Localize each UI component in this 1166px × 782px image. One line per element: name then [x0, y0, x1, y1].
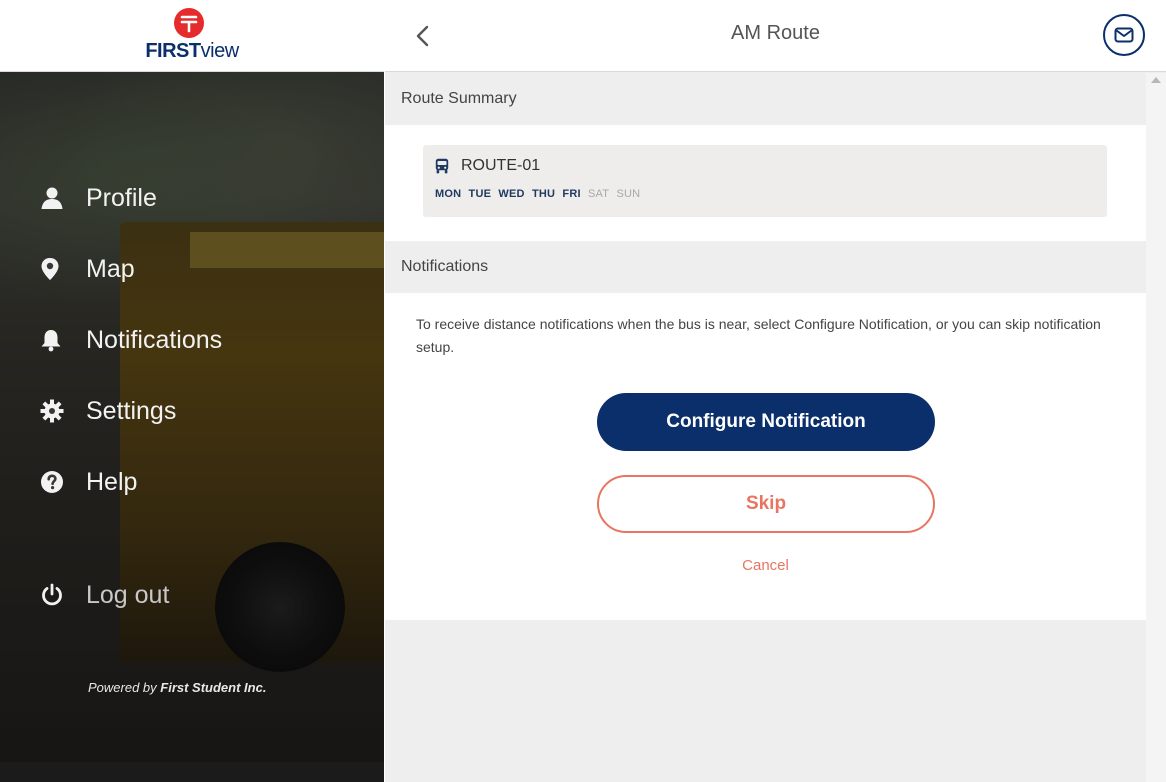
- logout-label: Log out: [86, 580, 170, 609]
- power-icon: [40, 582, 70, 608]
- notifications-description: To receive distance notifications when t…: [416, 316, 1101, 355]
- powered-by-text: Powered by First Student Inc.: [88, 680, 266, 695]
- vertical-scrollbar[interactable]: [1146, 73, 1166, 782]
- map-pin-icon: [40, 256, 70, 282]
- cancel-link[interactable]: Cancel: [385, 557, 1146, 574]
- sidebar-item-settings[interactable]: Settings: [40, 391, 360, 431]
- bus-icon: [435, 158, 449, 174]
- powered-prefix: Powered by: [88, 680, 161, 695]
- sidebar-item-map[interactable]: Map: [40, 249, 360, 289]
- notifications-section: To receive distance notifications when t…: [385, 293, 1146, 620]
- question-circle-icon: [40, 469, 70, 495]
- skip-button[interactable]: Skip: [597, 475, 935, 533]
- sidebar-item-logout[interactable]: Log out: [40, 575, 360, 615]
- logo-light-text: view: [200, 40, 240, 62]
- header: AM Route: [385, 0, 1166, 72]
- route-card[interactable]: ROUTE-01 MON TUE WED THU FRI SAT SUN: [423, 145, 1107, 217]
- day-tue: TUE: [468, 188, 492, 200]
- sidebar-item-notifications[interactable]: Notifications: [40, 320, 360, 360]
- envelope-icon: [1114, 27, 1134, 43]
- day-sun: SUN: [616, 188, 641, 200]
- user-icon: [40, 185, 70, 211]
- day-wed: WED: [498, 188, 525, 200]
- sidebar-item-label: Help: [86, 467, 138, 496]
- route-summary-heading: Route Summary: [385, 73, 1146, 125]
- bell-icon: [40, 327, 70, 353]
- day-mon: MON: [435, 188, 462, 200]
- scroll-up-arrow-icon[interactable]: [1151, 77, 1161, 83]
- day-sat: SAT: [588, 188, 610, 200]
- notifications-heading: Notifications: [385, 241, 1146, 293]
- powered-company: First Student Inc.: [160, 680, 267, 695]
- sidebar-item-help[interactable]: Help: [40, 462, 360, 502]
- logo-bold-text: FIRST: [145, 40, 201, 62]
- content: Route Summary ROUTE-01 MON TUE WED THU F…: [385, 73, 1146, 782]
- day-thu: THU: [531, 188, 556, 200]
- route-summary-section: ROUTE-01 MON TUE WED THU FRI SAT SUN: [385, 125, 1146, 241]
- configure-notification-button[interactable]: Configure Notification: [597, 393, 935, 451]
- page-title: AM Route: [731, 22, 820, 44]
- main-panel: AM Route Route Summary ROUTE-01 MON TUE …: [385, 0, 1166, 782]
- firstview-logo-icon: [174, 8, 204, 38]
- gear-icon: [40, 398, 70, 424]
- day-fri: FRI: [562, 188, 581, 200]
- route-name: ROUTE-01: [461, 157, 541, 174]
- sidebar-footer: [0, 762, 384, 782]
- sidebar-item-label: Notifications: [86, 325, 223, 354]
- logo-bar: FIRSTview: [0, 0, 384, 72]
- sidebar: FIRSTview Profile Map Notifications Sett…: [0, 0, 384, 782]
- sidebar-item-profile[interactable]: Profile: [40, 178, 360, 218]
- logo-wordmark: FIRSTview: [0, 40, 384, 63]
- route-days: MON TUE WED THU FRI SAT SUN: [435, 188, 644, 200]
- mail-button[interactable]: [1103, 14, 1145, 56]
- route-name-row: ROUTE-01: [435, 157, 540, 175]
- sidebar-item-label: Profile: [86, 183, 157, 212]
- sidebar-item-label: Settings: [86, 396, 177, 425]
- sidebar-item-label: Map: [86, 254, 135, 283]
